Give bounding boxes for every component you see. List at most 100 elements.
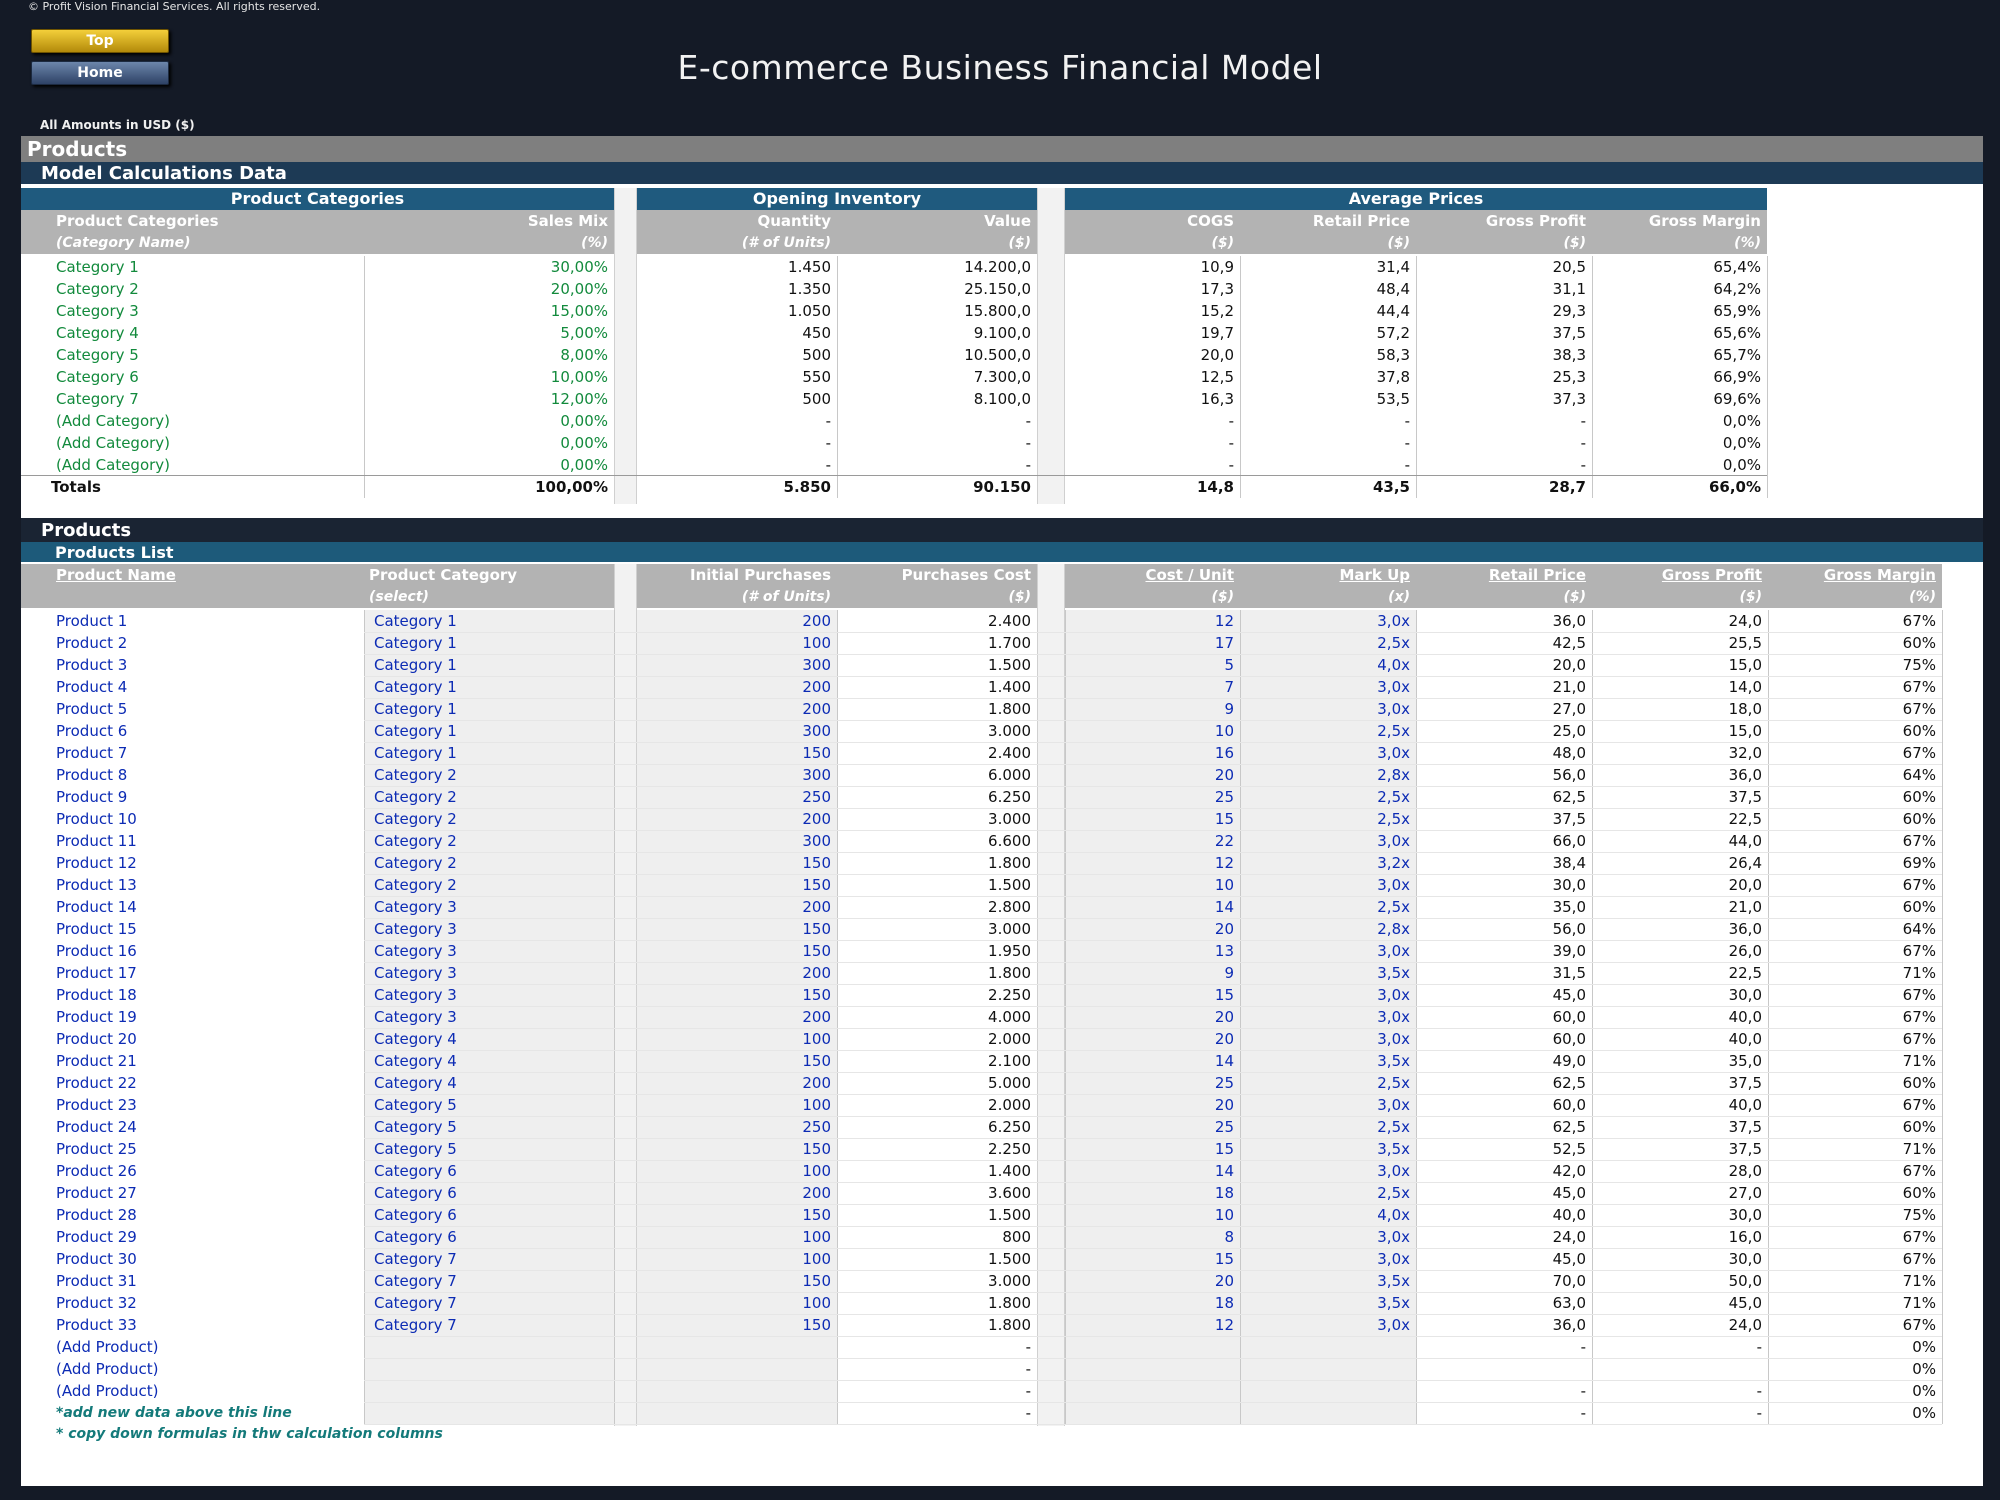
product-value[interactable]: 3,0x — [1240, 1248, 1410, 1270]
product-name[interactable]: Product 10 — [56, 808, 379, 830]
product-name[interactable]: Product 16 — [56, 940, 379, 962]
product-value[interactable]: 250 — [637, 786, 831, 808]
product-value[interactable]: 100 — [637, 1160, 831, 1182]
product-value[interactable]: 200 — [637, 1006, 831, 1028]
product-value[interactable]: 2,5x — [1240, 1072, 1410, 1094]
product-value[interactable] — [637, 1336, 831, 1358]
product-value[interactable] — [637, 1380, 831, 1402]
product-value[interactable]: 12 — [1065, 852, 1234, 874]
product-name[interactable]: Product 9 — [56, 786, 379, 808]
product-value[interactable]: 25 — [1065, 1072, 1234, 1094]
product-category-select[interactable]: Category 4 — [374, 1072, 604, 1094]
product-value[interactable]: 15 — [1065, 1248, 1234, 1270]
product-value[interactable]: 3,0x — [1240, 698, 1410, 720]
product-category-select[interactable]: Category 3 — [374, 940, 604, 962]
product-name[interactable]: Product 27 — [56, 1182, 379, 1204]
product-value[interactable]: 3,5x — [1240, 1270, 1410, 1292]
product-value[interactable]: 3,0x — [1240, 1028, 1410, 1050]
product-value[interactable]: 300 — [637, 764, 831, 786]
product-name[interactable]: Product 19 — [56, 1006, 379, 1028]
product-category-select[interactable]: Category 3 — [374, 896, 604, 918]
product-value[interactable]: 150 — [637, 874, 831, 896]
product-value[interactable]: 300 — [637, 720, 831, 742]
product-value[interactable]: 2,8x — [1240, 764, 1410, 786]
product-category-select[interactable]: Category 1 — [374, 720, 604, 742]
product-category-select[interactable]: Category 3 — [374, 984, 604, 1006]
product-value[interactable]: 2,5x — [1240, 720, 1410, 742]
product-name[interactable]: Product 30 — [56, 1248, 379, 1270]
product-value[interactable]: 8 — [1065, 1226, 1234, 1248]
product-value[interactable]: 18 — [1065, 1182, 1234, 1204]
product-value[interactable]: 3,0x — [1240, 830, 1410, 852]
product-value[interactable]: 300 — [637, 654, 831, 676]
product-value[interactable]: 3,5x — [1240, 962, 1410, 984]
product-value[interactable]: 10 — [1065, 1204, 1234, 1226]
product-name[interactable]: Product 33 — [56, 1314, 379, 1336]
product-value[interactable]: 3,2x — [1240, 852, 1410, 874]
product-name[interactable]: Product 25 — [56, 1138, 379, 1160]
product-category-select[interactable]: Category 6 — [374, 1204, 604, 1226]
product-value[interactable]: 150 — [637, 1270, 831, 1292]
product-category-select[interactable]: Category 2 — [374, 874, 604, 896]
column-header[interactable]: Product Name — [56, 564, 379, 586]
product-name[interactable]: Product 14 — [56, 896, 379, 918]
product-value[interactable]: 20 — [1065, 1028, 1234, 1050]
product-value[interactable] — [1065, 1402, 1234, 1424]
product-value[interactable] — [1240, 1336, 1410, 1358]
product-name[interactable]: Product 20 — [56, 1028, 379, 1050]
product-name[interactable]: (Add Product) — [56, 1380, 379, 1402]
product-value[interactable]: 4,0x — [1240, 1204, 1410, 1226]
product-name[interactable]: Product 8 — [56, 764, 379, 786]
product-category-select[interactable]: Category 7 — [374, 1270, 604, 1292]
product-name[interactable]: Product 28 — [56, 1204, 379, 1226]
product-value[interactable]: 150 — [637, 852, 831, 874]
product-value[interactable]: 16 — [1065, 742, 1234, 764]
product-category-select[interactable]: Category 7 — [374, 1292, 604, 1314]
product-value[interactable]: 100 — [637, 1226, 831, 1248]
product-value[interactable]: 3,0x — [1240, 1006, 1410, 1028]
product-value[interactable]: 20 — [1065, 764, 1234, 786]
product-value[interactable]: 3,5x — [1240, 1050, 1410, 1072]
product-category-select[interactable]: Category 2 — [374, 852, 604, 874]
product-value[interactable]: 3,5x — [1240, 1292, 1410, 1314]
product-name[interactable]: Product 11 — [56, 830, 379, 852]
product-value[interactable]: 25 — [1065, 1116, 1234, 1138]
product-category-select[interactable]: Category 2 — [374, 786, 604, 808]
product-name[interactable]: Product 4 — [56, 676, 379, 698]
product-category-select[interactable]: Category 1 — [374, 698, 604, 720]
product-value[interactable]: 2,5x — [1240, 896, 1410, 918]
product-value[interactable]: 14 — [1065, 1050, 1234, 1072]
product-value[interactable]: 14 — [1065, 896, 1234, 918]
product-value[interactable]: 22 — [1065, 830, 1234, 852]
column-header[interactable]: Retail Price — [1416, 564, 1586, 586]
product-value[interactable]: 20 — [1065, 918, 1234, 940]
product-value[interactable]: 2,5x — [1240, 1182, 1410, 1204]
product-value[interactable] — [1240, 1402, 1410, 1424]
product-value[interactable]: 150 — [637, 1138, 831, 1160]
product-value[interactable]: 200 — [637, 1072, 831, 1094]
product-value[interactable]: 3,0x — [1240, 742, 1410, 764]
product-category-select[interactable]: Category 2 — [374, 830, 604, 852]
product-value[interactable]: 3,5x — [1240, 1138, 1410, 1160]
product-value[interactable]: 200 — [637, 698, 831, 720]
product-category-select[interactable] — [374, 1336, 604, 1358]
product-name[interactable]: Product 21 — [56, 1050, 379, 1072]
product-category-select[interactable]: Category 3 — [374, 1006, 604, 1028]
product-category-select[interactable]: Category 1 — [374, 676, 604, 698]
product-value[interactable]: 100 — [637, 1094, 831, 1116]
product-value[interactable] — [637, 1358, 831, 1380]
product-value[interactable]: 20 — [1065, 1270, 1234, 1292]
product-category-select[interactable]: Category 5 — [374, 1094, 604, 1116]
product-value[interactable]: 150 — [637, 1314, 831, 1336]
product-value[interactable]: 3,0x — [1240, 1314, 1410, 1336]
product-category-select[interactable]: Category 1 — [374, 742, 604, 764]
product-value[interactable] — [1065, 1336, 1234, 1358]
column-header[interactable]: Cost / Unit — [1065, 564, 1234, 586]
product-value[interactable]: 9 — [1065, 698, 1234, 720]
product-value[interactable]: 100 — [637, 1248, 831, 1270]
product-value[interactable] — [1240, 1380, 1410, 1402]
product-value[interactable]: 150 — [637, 1204, 831, 1226]
product-name[interactable]: (Add Product) — [56, 1336, 379, 1358]
product-value[interactable]: 200 — [637, 962, 831, 984]
product-value[interactable]: 3,0x — [1240, 1226, 1410, 1248]
